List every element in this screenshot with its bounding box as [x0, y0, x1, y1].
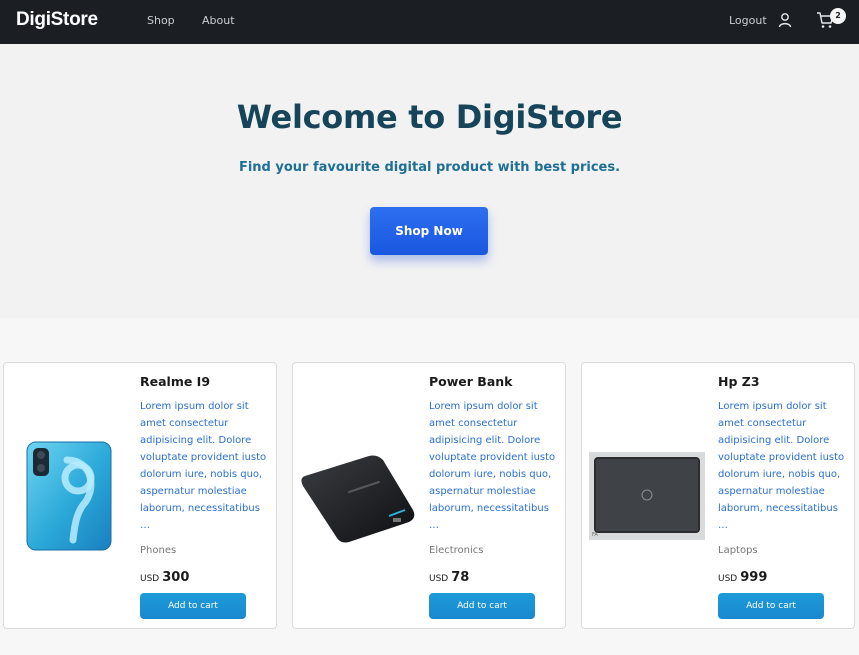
product-name[interactable]: Realme I9 — [140, 374, 210, 389]
hero-subtitle: Find your favourite digital product with… — [238, 160, 621, 175]
product-image: FA — [588, 391, 706, 601]
shop-now-button[interactable]: Shop Now — [370, 207, 488, 255]
hero-section: Welcome to DigiStore Find your favourite… — [0, 44, 859, 318]
product-card: FA Hp Z3 Lorem ipsum dolor sit amet cons… — [581, 362, 855, 629]
logout-link[interactable]: Logout — [729, 14, 767, 27]
product-price: USD 300 — [140, 570, 189, 585]
logo[interactable]: DigiStore — [16, 9, 98, 31]
nav-link-shop[interactable]: Shop — [147, 14, 175, 27]
price-value: 78 — [451, 570, 470, 585]
price-currency: USD — [429, 574, 449, 584]
price-currency: USD — [140, 574, 160, 584]
product-name[interactable]: Power Bank — [429, 374, 512, 389]
product-image — [299, 391, 417, 601]
product-price: USD 999 — [718, 570, 767, 585]
power-bank-image — [301, 455, 415, 543]
product-name[interactable]: Hp Z3 — [718, 374, 760, 389]
cart-count-badge: 2 — [830, 8, 846, 24]
hero-title: Welcome to DigiStore — [236, 98, 623, 136]
phone-image — [26, 441, 112, 551]
product-category: Phones — [140, 545, 177, 556]
product-card: Realme I9 Lorem ipsum dolor sit amet con… — [3, 362, 277, 629]
laptop-image: FA — [589, 452, 705, 540]
product-description: Lorem ipsum dolor sit amet consectetur a… — [140, 401, 267, 531]
svg-text:FA: FA — [592, 532, 598, 538]
add-to-cart-button[interactable]: Add to cart — [718, 593, 824, 619]
product-description: Lorem ipsum dolor sit amet consectetur a… — [429, 401, 556, 531]
products-section: Realme I9 Lorem ipsum dolor sit amet con… — [0, 318, 859, 655]
product-description: Lorem ipsum dolor sit amet consectetur a… — [718, 401, 845, 531]
product-category: Electronics — [429, 545, 484, 556]
navbar: DigiStore Shop About Logout 2 — [0, 0, 859, 44]
price-value: 300 — [162, 570, 190, 585]
add-to-cart-button[interactable]: Add to cart — [140, 593, 246, 619]
add-to-cart-button[interactable]: Add to cart — [429, 593, 535, 619]
price-value: 999 — [740, 570, 768, 585]
nav-link-about[interactable]: About — [202, 14, 235, 27]
product-price: USD 78 — [429, 570, 469, 585]
product-category: Laptops — [718, 545, 758, 556]
product-card: Power Bank Lorem ipsum dolor sit amet co… — [292, 362, 566, 629]
user-icon[interactable] — [778, 12, 792, 28]
price-currency: USD — [718, 574, 738, 584]
product-image — [10, 391, 128, 601]
